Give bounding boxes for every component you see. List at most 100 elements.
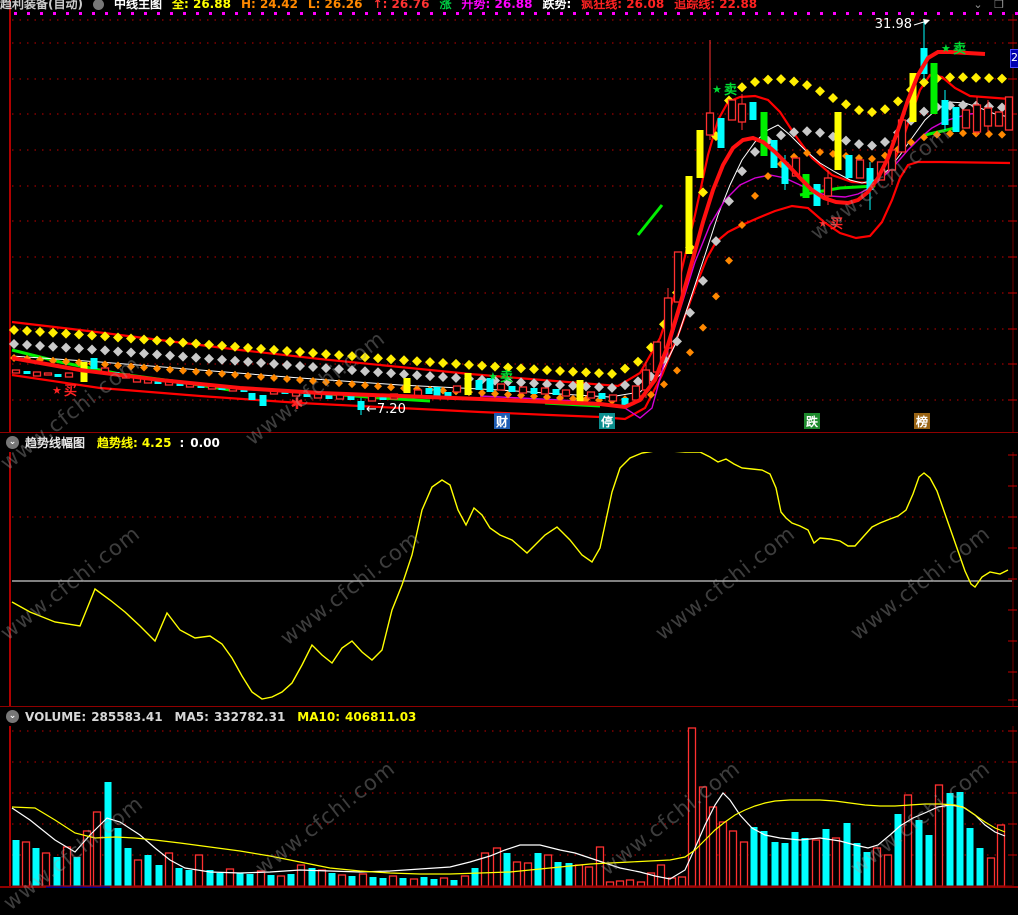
candle-up — [452, 385, 462, 393]
volume-bar-up — [903, 794, 913, 887]
diamond-dot — [854, 139, 864, 150]
volume-panel-header: ⌄ VOLUME: 285583.41 MA5: 332782.31 MA10:… — [0, 706, 1018, 726]
volume-bar-down — [236, 873, 244, 886]
diamond-dot — [244, 371, 252, 380]
collapse-icon[interactable]: ⌄ — [6, 710, 19, 723]
header-field-7: 涨 — [439, 0, 452, 11]
volume-bar-down — [801, 838, 809, 886]
diamond-dot — [218, 369, 226, 378]
diamond-dot — [867, 140, 877, 151]
trend-oscillator-chart[interactable] — [0, 452, 1018, 706]
diamond-dot — [257, 372, 265, 381]
volume-bar-up — [986, 857, 996, 887]
signal-star-icon: ★ — [941, 42, 951, 55]
candle-up — [994, 111, 1004, 127]
volume-bar-up — [934, 784, 944, 887]
diamond-dot — [153, 364, 161, 373]
ma10-value: 406811.03 — [345, 709, 417, 724]
diamond-dot — [412, 370, 422, 381]
diamond-dot — [854, 105, 864, 116]
candle — [23, 371, 31, 374]
collapse-icon[interactable]: ⌄ — [6, 436, 19, 449]
candle-up — [823, 177, 833, 197]
high-price-label: 31.98 — [875, 17, 912, 32]
header-field-2: 中线主图 — [113, 0, 162, 11]
volume-bar-down — [420, 877, 428, 886]
diamond-dot — [296, 376, 304, 384]
diamond-dot — [191, 338, 201, 349]
volume-bar-down — [822, 829, 830, 886]
signal-star-icon: ★ — [712, 83, 722, 96]
candle-up — [540, 387, 550, 395]
diamond-dot — [763, 74, 773, 85]
volume-bar-up — [460, 875, 470, 887]
diamond-dot — [633, 376, 643, 387]
diamond-dot — [958, 72, 968, 83]
volume-bar-up — [388, 875, 398, 887]
volume-bar-down — [348, 876, 356, 886]
diamond-dot — [542, 365, 552, 376]
magenta-ma-line — [479, 112, 981, 419]
diamond-dot — [425, 357, 435, 368]
volume-bar-down — [450, 880, 458, 886]
ma10-label: MA10: — [297, 709, 341, 724]
diamond-dot — [451, 358, 461, 369]
volume-bar-up — [687, 727, 697, 887]
diamond-dot — [841, 99, 851, 110]
diamond-dot — [360, 352, 370, 363]
volume-bar-down — [73, 857, 81, 886]
diamond-dot — [165, 350, 175, 361]
volume-bar-down — [124, 848, 132, 886]
diamond-dot — [204, 353, 214, 364]
diamond-dot — [633, 356, 643, 367]
volume-bar-up — [872, 847, 882, 887]
main-price-chart[interactable]: ★ 买★ 卖★ 卖★ 买★ 卖✱31.98←7.20财停跌榜 — [0, 14, 1018, 432]
candle — [576, 380, 584, 403]
candle-up — [961, 109, 971, 129]
candle — [54, 374, 62, 377]
diamond-dot — [607, 368, 617, 379]
volume-bar-up — [656, 864, 666, 887]
diamond-dot — [750, 77, 760, 87]
signal-star-icon: ★ — [818, 217, 828, 230]
volume-bar-up — [718, 821, 728, 887]
window-icon[interactable]: ❐ — [994, 0, 1004, 11]
volume-bar-down — [503, 853, 511, 886]
candle — [475, 380, 483, 390]
diamond-dot — [477, 360, 487, 371]
diamond-dot — [321, 349, 331, 360]
volume-bar-up — [739, 841, 749, 887]
candle-up — [737, 103, 747, 123]
ma5-value: 332782.31 — [213, 709, 286, 724]
diamond-dot — [35, 340, 45, 351]
diamond-dot — [880, 104, 890, 115]
candle — [845, 155, 853, 178]
diamond-dot — [620, 380, 630, 391]
diamond-dot — [386, 368, 396, 379]
volume-bar-down — [32, 848, 40, 886]
diamond-dot — [737, 82, 747, 93]
volume-bar-down — [925, 835, 933, 886]
signal-label: 卖 — [500, 369, 513, 385]
volume-bar-up — [21, 841, 31, 887]
candle-up — [608, 394, 618, 402]
volume-bar-down — [781, 843, 789, 886]
chevron-down-icon[interactable]: ⌄ — [973, 0, 982, 11]
diamond-dot — [738, 221, 746, 229]
volume-chart[interactable] — [0, 726, 1018, 889]
diamond-dot — [725, 256, 733, 265]
volume-bar-up — [584, 866, 594, 887]
volume-bar-up — [296, 864, 306, 887]
upper-band-line — [11, 73, 1011, 388]
diamond-dot — [347, 351, 357, 362]
diamond-dot — [816, 148, 824, 157]
diamond-dot — [22, 325, 32, 336]
diamond-dot — [699, 323, 707, 332]
candle-up — [586, 391, 596, 399]
diamond-dot — [373, 353, 383, 364]
header-field-11: 追踪线: 22.88 — [674, 0, 758, 11]
volume-bar-up — [625, 879, 635, 887]
volume-bar-up — [317, 869, 327, 887]
volume-bar-up — [883, 854, 893, 887]
green-ma-line — [636, 204, 664, 236]
